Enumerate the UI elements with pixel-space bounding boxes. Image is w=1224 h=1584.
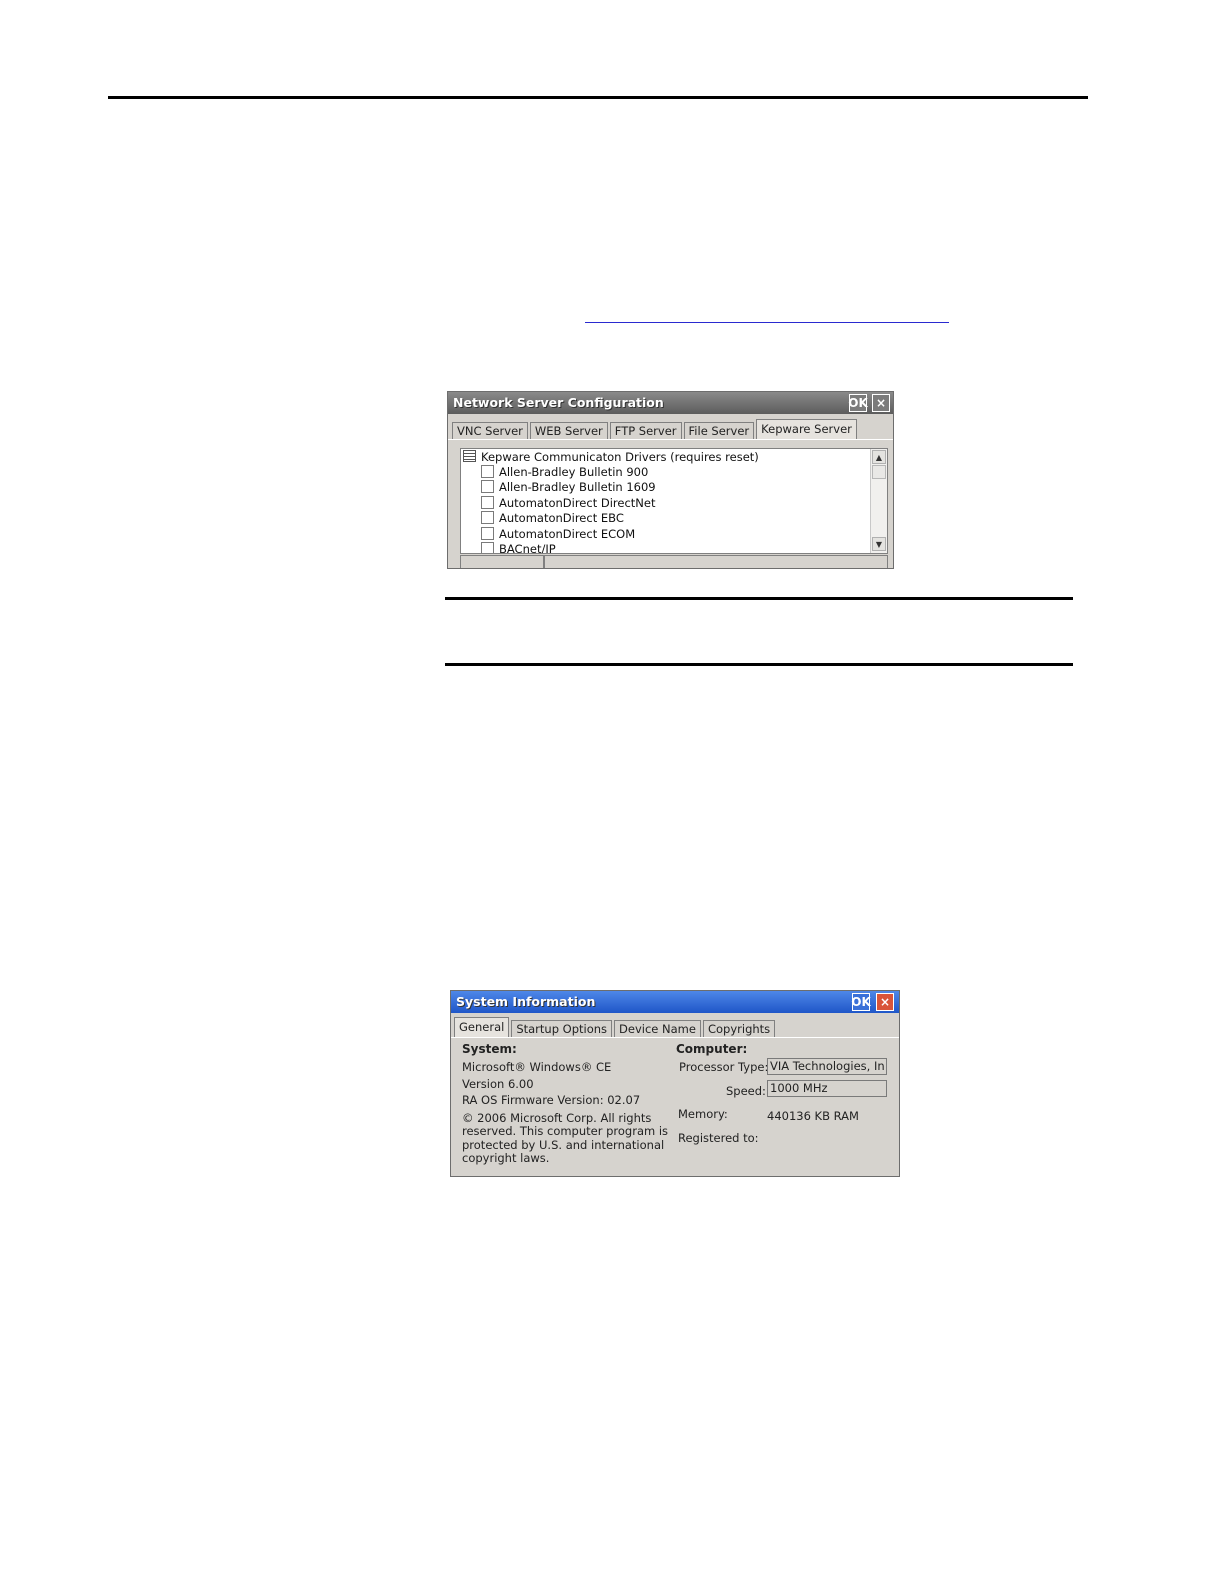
tab-vnc-server[interactable]: VNC Server — [452, 422, 528, 439]
computer-heading: Computer: — [676, 1042, 748, 1056]
tab-ftp-server[interactable]: FTP Server — [609, 422, 682, 439]
vertical-scrollbar[interactable]: ▲ ▼ — [870, 449, 887, 553]
driver-checkbox[interactable] — [481, 480, 494, 493]
close-icon[interactable]: × — [876, 993, 894, 1011]
driver-label: AutomatonDirect DirectNet — [499, 496, 656, 510]
system-information-window: System Information OK × General Startup … — [450, 990, 900, 1177]
page-top-rule — [108, 96, 1088, 99]
tab-kepware-server[interactable]: Kepware Server — [756, 419, 857, 439]
processor-label: Processor Type: — [679, 1060, 769, 1074]
tree-root-label: Kepware Communicaton Drivers (requires r… — [481, 450, 759, 464]
driver-label: AutomatonDirect EBC — [499, 511, 624, 525]
memory-value: 440136 KB RAM — [767, 1109, 859, 1123]
ok-button[interactable]: OK — [851, 993, 871, 1011]
driver-label: BACnet/IP — [499, 542, 556, 554]
tab-device-name[interactable]: Device Name — [614, 1020, 701, 1037]
tab-copyrights[interactable]: Copyrights — [702, 1020, 776, 1037]
status-pane-right — [544, 555, 888, 568]
tab-file-server[interactable]: File Server — [683, 422, 755, 439]
tab-divider — [448, 439, 893, 440]
scroll-up-icon[interactable]: ▲ — [872, 450, 886, 464]
list-tree-icon — [463, 450, 476, 462]
os-name: Microsoft® Windows® CE — [462, 1060, 612, 1074]
speed-label: Speed: — [726, 1084, 766, 1098]
hyperlink-underline[interactable] — [585, 322, 949, 323]
tab-strip: General Startup Options Device Name Copy… — [454, 1017, 777, 1037]
firmware-version: RA OS Firmware Version: 02.07 — [462, 1093, 641, 1107]
scroll-thumb[interactable] — [872, 465, 886, 479]
note-bottom-rule — [445, 663, 1073, 666]
driver-list[interactable]: Kepware Communicaton Drivers (requires r… — [460, 448, 888, 554]
scroll-down-icon[interactable]: ▼ — [872, 537, 886, 551]
memory-label: Memory: — [678, 1107, 728, 1121]
tab-web-server[interactable]: WEB Server — [529, 422, 608, 439]
speed-field: 1000 MHz — [767, 1080, 887, 1097]
driver-checkbox[interactable] — [481, 527, 494, 540]
titlebar: Network Server Configuration OK × — [448, 392, 893, 414]
driver-checkbox[interactable] — [481, 465, 494, 478]
copyright-line: © 2006 Microsoft Corp. All rights — [462, 1111, 652, 1125]
driver-checkbox[interactable] — [481, 511, 494, 524]
copyright-line: protected by U.S. and international — [462, 1138, 665, 1152]
tab-general[interactable]: General — [454, 1017, 510, 1037]
tab-strip: VNC Server WEB Server FTP Server File Se… — [452, 419, 859, 439]
tab-divider — [451, 1037, 899, 1038]
driver-label: AutomatonDirect ECOM — [499, 527, 636, 541]
window-title: Network Server Configuration — [453, 395, 664, 410]
copyright-line: reserved. This computer program is — [462, 1124, 669, 1138]
status-pane-left — [460, 555, 544, 568]
network-server-configuration-window: Network Server Configuration OK × VNC Se… — [447, 391, 894, 569]
driver-checkbox[interactable] — [481, 542, 494, 553]
window-title: System Information — [456, 994, 596, 1009]
copyright-line: copyright laws. — [462, 1151, 550, 1165]
tab-startup-options[interactable]: Startup Options — [511, 1020, 613, 1037]
registered-label: Registered to: — [678, 1131, 759, 1145]
processor-field: VIA Technologies, In — [767, 1058, 887, 1075]
ok-button[interactable]: OK — [848, 394, 868, 412]
close-icon[interactable]: × — [872, 394, 890, 412]
os-version: Version 6.00 — [462, 1077, 534, 1091]
driver-checkbox[interactable] — [481, 496, 494, 509]
system-heading: System: — [462, 1042, 517, 1056]
driver-label: Allen-Bradley Bulletin 900 — [499, 465, 649, 479]
note-top-rule — [445, 597, 1073, 600]
driver-label: Allen-Bradley Bulletin 1609 — [499, 480, 656, 494]
titlebar: System Information OK × — [451, 991, 899, 1013]
